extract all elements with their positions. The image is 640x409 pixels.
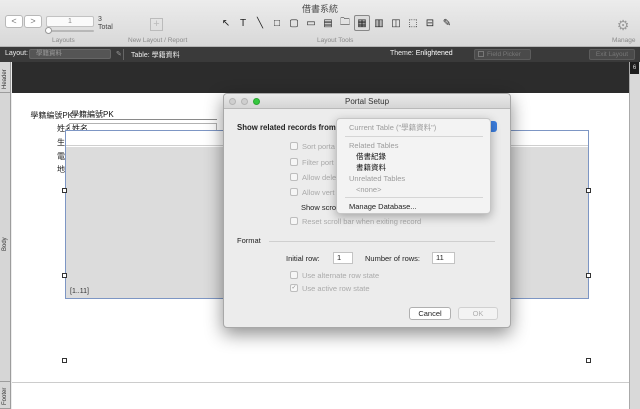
footer-part-tab[interactable]: Footer	[0, 382, 11, 409]
portal-handle-top-right[interactable]	[586, 188, 591, 193]
theme-label-text: Theme:	[390, 50, 414, 57]
allow-vertical-label: Allow vert	[302, 188, 335, 197]
format-divider	[269, 241, 495, 242]
window-toolbar: 借書系統 < > 1 3 Total Layouts + New Layout …	[0, 0, 640, 47]
new-layout-icon[interactable]: +	[150, 18, 163, 31]
sort-checkbox[interactable]	[290, 142, 298, 150]
field-tool-icon[interactable]: ▤	[320, 15, 336, 31]
portal-tool-icon[interactable]: ▦	[354, 15, 370, 31]
layout-select[interactable]: 學籍資料	[29, 49, 111, 59]
portal-handle-mid-right[interactable]	[586, 273, 591, 278]
pointer-tool-icon[interactable]: ↖	[218, 15, 234, 31]
gear-icon[interactable]: ⚙	[615, 17, 631, 33]
number-of-rows-label: Number of rows:	[365, 254, 421, 263]
menu-header-related: Related Tables	[349, 141, 399, 150]
header-part-tab[interactable]: Header	[0, 62, 11, 93]
field-picker-icon	[478, 51, 484, 57]
allow-delete-label: Allow dele	[302, 173, 337, 182]
record-count: 3	[98, 16, 102, 23]
menu-item-none: <none>	[356, 185, 382, 194]
menu-item-current-table[interactable]: Current Table ("學籍資料")	[337, 122, 490, 133]
reset-scroll-label: Reset scroll bar when exiting record	[302, 217, 422, 226]
canvas-scroll-area[interactable]	[629, 62, 640, 409]
filter-checkbox[interactable]	[290, 158, 298, 166]
popover-tool-icon[interactable]: ⊟	[422, 15, 438, 31]
record-total-label: Total	[98, 24, 113, 31]
new-layout-label: New Layout / Report	[128, 37, 188, 44]
header-part-label: Header	[2, 69, 8, 89]
show-related-label: Show related records from:	[237, 123, 339, 132]
format-section-label: Format	[237, 236, 261, 245]
portal-row-range: [1..11]	[70, 288, 89, 295]
record-slider[interactable]	[46, 30, 94, 32]
allow-vertical-checkbox[interactable]	[290, 188, 298, 196]
record-number-field[interactable]: 1	[46, 16, 94, 27]
web-viewer-tool-icon[interactable]: ◫	[388, 15, 404, 31]
alternate-row-label: Use alternate row state	[302, 271, 380, 280]
number-of-rows-input[interactable]: 11	[432, 252, 455, 264]
previous-record-button[interactable]: <	[5, 15, 23, 28]
initial-row-label: Initial row:	[286, 254, 320, 263]
field-student-id[interactable]: 學籍編號PK	[69, 110, 217, 120]
portal-handle-top-left[interactable]	[62, 188, 67, 193]
body-part-tab[interactable]: Body	[0, 93, 11, 382]
rectangle-tool-icon[interactable]: □	[269, 15, 285, 31]
theme-value[interactable]: Enlightened	[416, 50, 453, 57]
menu-separator	[345, 136, 483, 137]
dialog-titlebar: Portal Setup	[224, 94, 510, 109]
footer-part-label: Footer	[2, 387, 8, 405]
allow-delete-checkbox[interactable]	[290, 173, 298, 181]
ruler-marker: 6	[630, 62, 639, 74]
menu-header-unrelated: Unrelated Tables	[349, 174, 406, 183]
portal-handle-bottom-left[interactable]	[62, 358, 67, 363]
pencil-icon[interactable]: ✎	[116, 50, 122, 58]
menu-separator	[345, 197, 483, 198]
field-label-student-id: 學籍編號PK	[30, 111, 73, 120]
exit-layout-button[interactable]: Exit Layout	[589, 49, 635, 60]
chart-tool-icon[interactable]: ▥	[371, 15, 387, 31]
show-scroll-label: Show scro	[301, 203, 337, 212]
portal-handle-mid-left[interactable]	[62, 273, 67, 278]
alternate-row-checkbox[interactable]	[290, 271, 298, 279]
cancel-button[interactable]: Cancel	[409, 307, 451, 320]
format-painter-tool-icon[interactable]: ✎	[439, 15, 455, 31]
layout-tools: ↖ T ╲ □ ▢ ▭ ▤ 🗀 ▦ ▥ ◫ ⬚ ⊟ ✎	[218, 15, 455, 31]
oval-tool-icon[interactable]: ▭	[303, 15, 319, 31]
dialog-title: Portal Setup	[344, 97, 390, 106]
portal-handle-bottom-right[interactable]	[586, 358, 591, 363]
window-title: 借書系統	[301, 4, 338, 14]
folder-tool-icon[interactable]: 🗀	[337, 15, 353, 31]
line-tool-icon[interactable]: ╲	[252, 15, 268, 31]
field-picker-button[interactable]: Field Picker	[474, 49, 531, 60]
active-row-checkbox[interactable]: ✓	[290, 284, 298, 292]
separator	[123, 49, 124, 60]
text-tool-icon[interactable]: T	[235, 15, 251, 31]
theme-label: Theme: Enlightened	[390, 50, 453, 57]
button-tool-icon[interactable]: ⬚	[405, 15, 421, 31]
footer-part[interactable]	[12, 382, 629, 409]
record-slider-knob[interactable]	[45, 27, 52, 34]
table-label: Table: 學籍資料	[131, 52, 180, 59]
ok-button[interactable]: OK	[458, 307, 498, 320]
layout-tools-label: Layout Tools	[317, 37, 354, 44]
table-select-arrow[interactable]	[491, 121, 497, 132]
related-table-menu[interactable]: Current Table ("學籍資料") Related Tables 借書…	[336, 118, 491, 214]
sort-label: Sort porta	[302, 142, 335, 151]
manage-label: Manage	[612, 37, 636, 44]
active-row-label: Use active row state	[302, 284, 370, 293]
layout-label: Layout:	[5, 50, 28, 57]
header-part[interactable]	[12, 62, 629, 93]
reset-scroll-checkbox[interactable]	[290, 217, 298, 225]
body-part-label: Body	[2, 237, 8, 251]
menu-item-related-1[interactable]: 借書紀錄	[337, 151, 490, 162]
rounded-rect-tool-icon[interactable]: ▢	[286, 15, 302, 31]
layouts-label: Layouts	[52, 37, 75, 44]
filter-label: Filter port	[302, 158, 334, 167]
menu-item-manage-database[interactable]: Manage Database...	[337, 201, 490, 212]
next-record-button[interactable]: >	[24, 15, 42, 28]
initial-row-input[interactable]: 1	[333, 252, 353, 264]
field-picker-label: Field Picker	[487, 51, 521, 58]
menu-item-related-2[interactable]: 書籍資料	[337, 162, 490, 173]
layout-bar: Layout: 學籍資料 ✎ Table: 學籍資料 Theme: Enligh…	[0, 47, 640, 62]
